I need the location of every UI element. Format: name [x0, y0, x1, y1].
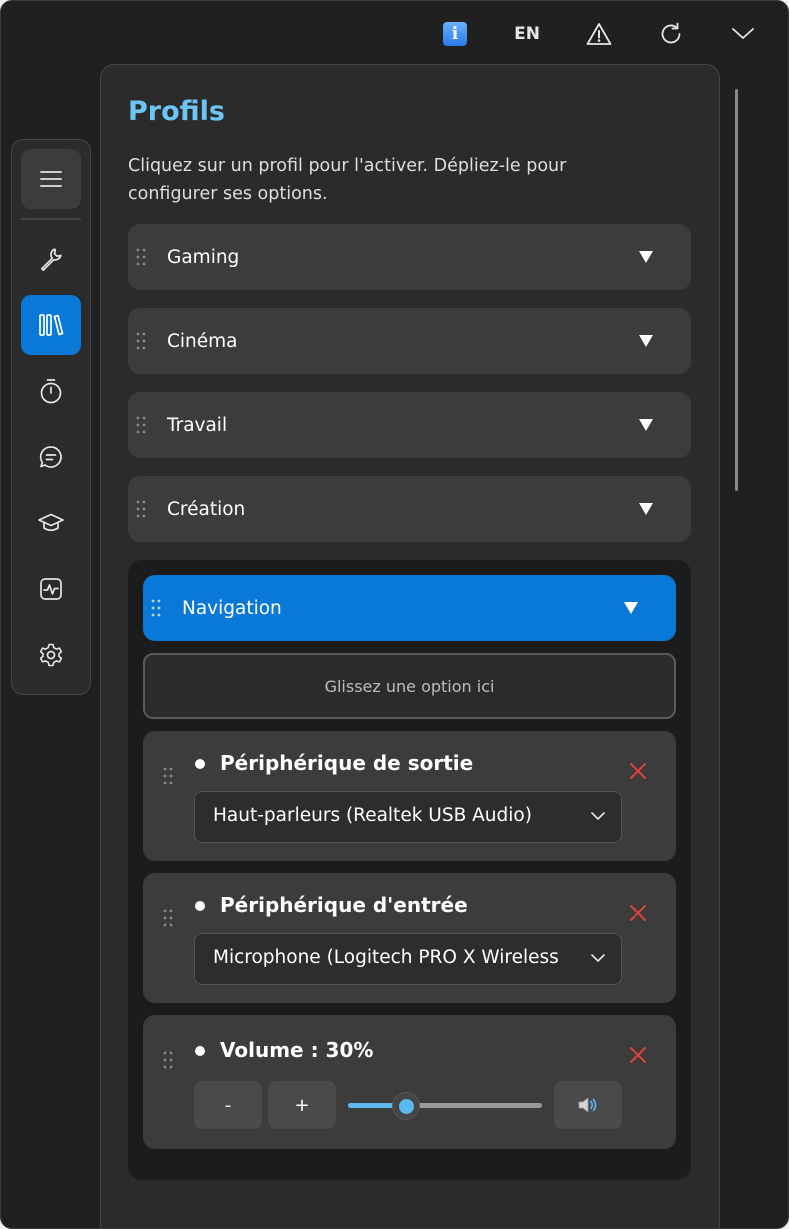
nav-item-timer[interactable]	[21, 361, 81, 421]
language-label: EN	[514, 24, 540, 44]
profile-travail[interactable]: Travail	[128, 392, 691, 458]
nav-menu-button[interactable]	[21, 149, 81, 209]
expand-triangle-icon[interactable]	[639, 251, 653, 263]
profile-navigation[interactable]: Navigation	[143, 575, 676, 641]
wrench-icon	[40, 248, 62, 272]
refresh-icon	[661, 22, 681, 44]
select-value: Haut-parleurs (Realtek USB Audio)	[213, 805, 532, 826]
profile-label: Navigation	[182, 597, 282, 619]
output-device-select[interactable]: Haut-parleurs (Realtek USB Audio)	[194, 791, 622, 843]
close-icon[interactable]	[628, 1045, 648, 1065]
profile-label: Création	[167, 498, 246, 520]
nav-item-activity[interactable]	[21, 559, 81, 619]
profile-creation[interactable]: Création	[128, 476, 691, 542]
drag-handle-icon[interactable]	[163, 909, 173, 927]
volume-slider[interactable]	[348, 1092, 542, 1120]
drag-handle-icon[interactable]	[136, 416, 146, 434]
language-button[interactable]: EN	[507, 15, 547, 53]
volume-increase-button[interactable]: +	[268, 1081, 336, 1129]
page-title: Profils	[128, 96, 225, 127]
refresh-button[interactable]	[651, 15, 691, 53]
gear-icon	[39, 643, 63, 667]
option-input-device: Périphérique d'entrée Microphone (Logite…	[143, 873, 676, 1003]
chevron-down-icon	[732, 28, 754, 39]
option-title: Périphérique de sortie	[220, 751, 474, 775]
expand-triangle-icon[interactable]	[639, 419, 653, 431]
drag-handle-icon[interactable]	[136, 248, 146, 266]
profile-cinema[interactable]: Cinéma	[128, 308, 691, 374]
select-value: Microphone (Logitech PRO X Wireless	[213, 947, 558, 968]
close-icon[interactable]	[628, 903, 648, 923]
nav-divider	[21, 218, 81, 220]
volume-decrease-button[interactable]: -	[194, 1081, 262, 1129]
expand-triangle-icon[interactable]	[639, 503, 653, 515]
collapse-button[interactable]	[723, 15, 763, 53]
volume-slider-thumb[interactable]	[392, 1092, 421, 1120]
nav-item-chat[interactable]	[21, 427, 81, 487]
input-device-select[interactable]: Microphone (Logitech PRO X Wireless	[194, 933, 622, 985]
graduation-cap-icon	[38, 513, 64, 532]
close-icon[interactable]	[628, 761, 648, 781]
drag-handle-icon[interactable]	[136, 500, 146, 518]
option-bullet	[195, 901, 205, 911]
profile-label: Gaming	[167, 246, 240, 268]
option-output-device: Périphérique de sortie Haut-parleurs (Re…	[143, 731, 676, 861]
library-icon	[39, 314, 64, 336]
option-bullet	[195, 759, 205, 769]
info-icon: i	[443, 22, 467, 46]
nav-item-tools[interactable]	[21, 229, 81, 289]
panel-scrollbar[interactable]	[735, 89, 738, 491]
info-button[interactable]: i	[435, 15, 475, 53]
nav-item-settings[interactable]	[21, 625, 81, 685]
collapse-triangle-icon[interactable]	[624, 602, 638, 614]
option-bullet	[195, 1046, 205, 1056]
dropzone-label: Glissez une option ici	[324, 676, 495, 696]
menu-icon	[40, 171, 62, 187]
page-subtitle: Cliquez sur un profil pour l'activer. Dé…	[128, 156, 567, 204]
app-window: i EN Profils Cliquez sur un profil pour …	[0, 0, 789, 1229]
profile-gaming[interactable]: Gaming	[128, 224, 691, 290]
chevron-down-icon	[591, 812, 605, 820]
profile-label: Travail	[167, 414, 228, 436]
chevron-down-icon	[591, 954, 605, 962]
chat-icon	[39, 446, 62, 468]
nav-item-learn[interactable]	[21, 493, 81, 553]
option-title: Volume : 30%	[220, 1038, 374, 1062]
drag-handle-icon[interactable]	[163, 1051, 173, 1069]
option-title: Périphérique d'entrée	[220, 893, 468, 917]
activity-icon	[40, 578, 62, 600]
warning-icon	[586, 23, 612, 45]
stopwatch-icon	[40, 379, 62, 404]
title-bar: i EN	[1, 1, 788, 65]
drag-handle-icon[interactable]	[163, 767, 173, 785]
nav-item-profiles[interactable]	[21, 295, 81, 355]
warning-button[interactable]	[579, 15, 619, 53]
mute-button[interactable]	[554, 1081, 622, 1129]
profile-label: Cinéma	[167, 330, 238, 352]
option-volume: Volume : 30% - +	[143, 1015, 676, 1149]
expand-triangle-icon[interactable]	[639, 335, 653, 347]
drag-handle-icon[interactable]	[151, 599, 161, 617]
nav-rail	[11, 139, 91, 695]
speaker-icon	[578, 1097, 597, 1113]
option-dropzone[interactable]: Glissez une option ici	[143, 653, 676, 719]
drag-handle-icon[interactable]	[136, 332, 146, 350]
